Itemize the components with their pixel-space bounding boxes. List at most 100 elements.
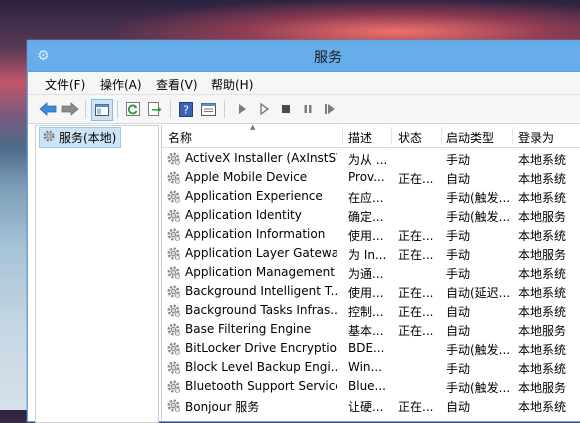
service-name: Background Intelligent T...: [185, 284, 337, 298]
service-log-on-as: 本地系统: [518, 229, 567, 243]
service-startup-type: 手动: [446, 248, 471, 262]
svg-text:?: ?: [183, 103, 189, 116]
service-startup-type: 自动(延迟...: [446, 286, 510, 300]
service-status: 正在...: [398, 286, 434, 300]
column-header-description[interactable]: 描述: [348, 129, 372, 146]
service-startup-type: 手动: [446, 267, 471, 281]
service-description: 使用...: [348, 229, 384, 243]
service-row[interactable]: Bluetooth Support Service Blue... 手动(触发...…: [162, 377, 580, 396]
help-icon[interactable]: ?: [176, 99, 196, 119]
start-service-alt-icon[interactable]: [254, 99, 274, 119]
menu-action[interactable]: 操作(A): [100, 76, 142, 93]
column-header-row: ▲ 名称 描述 状态 启动类型 登录为: [162, 125, 580, 148]
restart-service-icon[interactable]: [320, 99, 340, 119]
column-header-status[interactable]: 状态: [398, 129, 422, 146]
service-description: 使用...: [348, 286, 384, 300]
toolbar-separator: [224, 100, 225, 118]
service-status: 正在...: [398, 248, 434, 262]
service-row[interactable]: Application Identity 确定... 手动(触发... 本地服务: [162, 206, 580, 225]
stop-service-icon[interactable]: [276, 99, 296, 119]
column-header-name[interactable]: 名称: [168, 129, 192, 146]
service-name: Application Experience: [185, 189, 323, 203]
service-row[interactable]: Background Tasks Infras... 控制... 正在... 自动 本地…: [162, 301, 580, 320]
service-name: Base Filtering Engine: [185, 322, 312, 336]
menu-view[interactable]: 查看(V): [156, 76, 198, 93]
service-row[interactable]: Apple Mobile Device Prov... 正在... 自动 本地系统: [162, 168, 580, 187]
service-startup-type: 手动(触发...: [446, 191, 510, 205]
service-status: 正在...: [398, 324, 434, 338]
service-name: Application Information: [185, 227, 326, 241]
service-startup-type: 自动: [446, 324, 471, 338]
service-name: Bluetooth Support Service: [185, 379, 337, 393]
service-startup-type: 手动: [446, 362, 471, 376]
forward-icon[interactable]: [60, 99, 80, 119]
service-row[interactable]: Base Filtering Engine 基本... 正在... 自动 本地服务: [162, 320, 580, 339]
service-log-on-as: 本地系统: [518, 172, 567, 186]
show-hide-tree-icon[interactable]: [91, 99, 113, 121]
service-row[interactable]: Application Management 为通... 手动 本地系统: [162, 263, 580, 282]
service-startup-type: 手动: [446, 229, 471, 243]
service-gear-icon: [166, 379, 181, 394]
service-log-on-as: 本地系统: [518, 286, 567, 300]
service-gear-icon: [166, 151, 181, 166]
service-description: 控制...: [348, 305, 384, 319]
title-bar[interactable]: ⚙ 服务: [28, 41, 580, 72]
service-startup-type: 手动: [446, 153, 471, 167]
toolbar-separator: [170, 100, 171, 118]
service-gear-icon: [166, 360, 181, 375]
pause-service-icon[interactable]: [298, 99, 318, 119]
service-log-on-as: 本地服务: [518, 210, 567, 224]
window-title: 服务: [314, 50, 342, 66]
service-gear-icon: [166, 265, 181, 280]
start-service-icon[interactable]: [232, 99, 252, 119]
column-divider[interactable]: [342, 127, 343, 145]
service-name: Application Layer Gatewa...: [185, 246, 337, 260]
service-row[interactable]: ActiveX Installer (AxInstSV) 为从 ... 手动 本地系统: [162, 149, 580, 168]
service-name: Apple Mobile Device: [185, 170, 308, 184]
toolbar: ?: [28, 95, 580, 124]
desktop-wallpaper: [120, 0, 580, 45]
service-startup-type: 自动: [446, 305, 471, 319]
service-description: 在应...: [348, 191, 384, 205]
refresh-icon[interactable]: [123, 99, 143, 119]
service-row[interactable]: BitLocker Drive Encryptio... BDE... 手动(触发.…: [162, 339, 580, 358]
service-row[interactable]: Bonjour 服务 让硬... 正在... 自动 本地系统: [162, 396, 580, 415]
service-description: Prov...: [348, 170, 385, 184]
column-header-startup-type[interactable]: 启动类型: [446, 129, 494, 146]
service-row[interactable]: Application Experience 在应... 手动(触发... 本地系统: [162, 187, 580, 206]
tree-item-services-local[interactable]: 服务(本地): [39, 127, 122, 148]
service-name: Background Tasks Infras...: [185, 303, 337, 317]
toolbar-separator: [117, 100, 118, 118]
service-status: 正在...: [398, 305, 434, 319]
column-divider[interactable]: [441, 127, 442, 145]
column-header-log-on-as[interactable]: 登录为: [518, 129, 554, 146]
service-row[interactable]: Block Level Backup Engi... Win... 手动 本地系统: [162, 358, 580, 377]
service-name: Application Identity: [185, 208, 302, 222]
back-icon[interactable]: [38, 99, 58, 119]
service-log-on-as: 本地服务: [518, 324, 567, 338]
service-status: 正在...: [398, 172, 434, 186]
toolbar-separator: [85, 100, 86, 118]
service-log-on-as: 本地系统: [518, 191, 567, 205]
service-log-on-as: 本地系统: [518, 305, 567, 319]
service-row[interactable]: Application Layer Gatewa... 为 In... 正在... 手…: [162, 244, 580, 263]
service-row[interactable]: Background Intelligent T... 使用... 正在... 自动(…: [162, 282, 580, 301]
menu-help[interactable]: 帮助(H): [211, 76, 253, 93]
service-description: 确定...: [348, 210, 384, 224]
menu-file[interactable]: 文件(F): [45, 76, 85, 93]
menu-bar: 文件(F) 操作(A) 查看(V) 帮助(H): [28, 72, 580, 95]
service-startup-type: 自动: [446, 400, 471, 414]
service-log-on-as: 本地系统: [518, 343, 567, 357]
properties-icon[interactable]: [198, 99, 218, 119]
service-startup-type: 手动(触发...: [446, 381, 510, 395]
service-name: Application Management: [185, 265, 335, 279]
service-status: 正在...: [398, 229, 434, 243]
service-name: ActiveX Installer (AxInstSV): [185, 151, 337, 165]
service-log-on-as: 本地系统: [518, 400, 567, 414]
column-divider[interactable]: [512, 127, 513, 145]
export-list-icon[interactable]: [145, 99, 165, 119]
service-description: Win...: [348, 360, 382, 374]
service-name: Bonjour 服务: [185, 400, 260, 414]
service-row[interactable]: Application Information 使用... 正在... 手动 本地系统: [162, 225, 580, 244]
column-divider[interactable]: [391, 127, 392, 145]
